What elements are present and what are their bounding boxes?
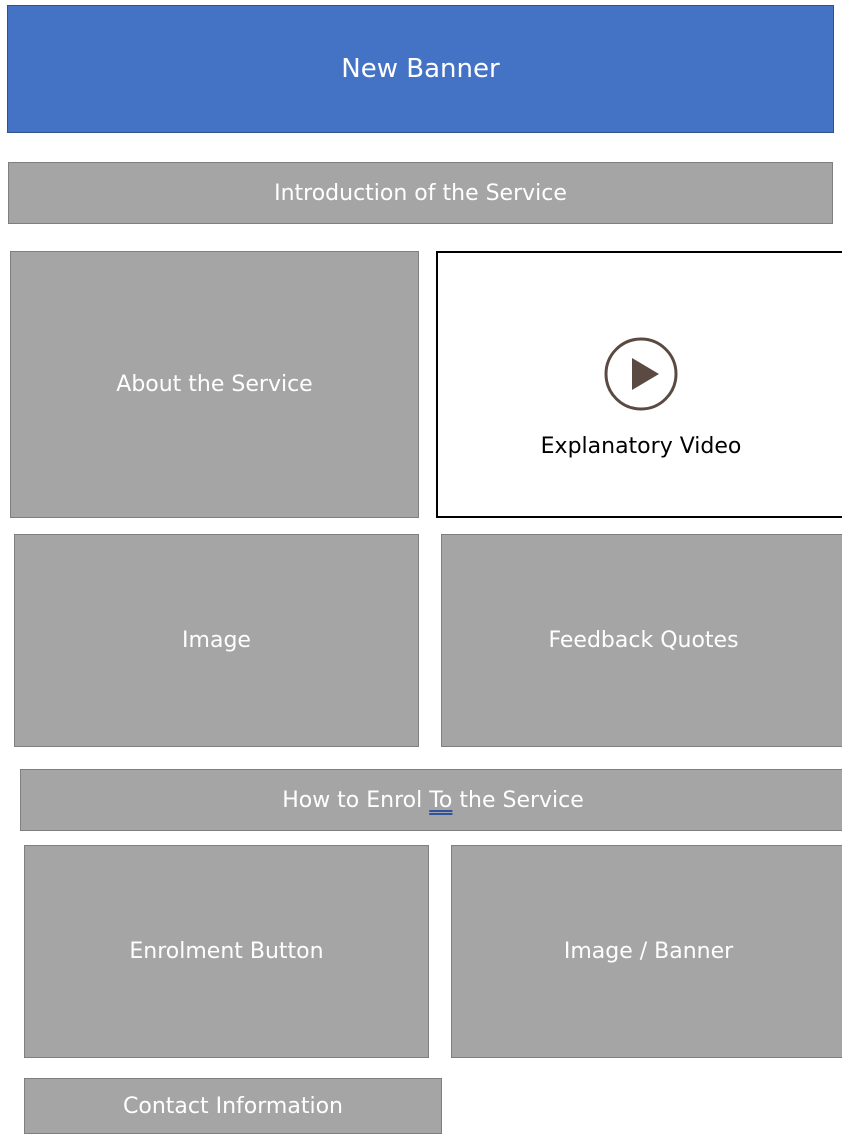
contact-information-block: Contact Information bbox=[24, 1078, 442, 1134]
image-block: Image bbox=[14, 534, 419, 747]
how-to-enrol-block: How to Enrol To the Service bbox=[20, 769, 842, 831]
enrolment-button-block: Enrolment Button bbox=[24, 845, 429, 1058]
about-service-block: About the Service bbox=[10, 251, 419, 518]
feedback-quotes-label: Feedback Quotes bbox=[548, 628, 739, 653]
how-to-enrol-label: How to Enrol To the Service bbox=[282, 788, 584, 813]
new-banner-block: New Banner bbox=[7, 5, 834, 133]
image-label: Image bbox=[182, 628, 251, 653]
how-to-enrol-text-after: the Service bbox=[452, 787, 584, 813]
image-banner-block: Image / Banner bbox=[451, 845, 842, 1058]
intro-section-label: Introduction of the Service bbox=[274, 180, 567, 206]
explanatory-video-label: Explanatory Video bbox=[540, 434, 742, 459]
new-banner-label: New Banner bbox=[341, 54, 500, 84]
about-service-label: About the Service bbox=[116, 372, 313, 397]
explanatory-video-block[interactable]: Explanatory Video bbox=[436, 251, 842, 518]
play-icon[interactable] bbox=[603, 336, 679, 412]
contact-information-label: Contact Information bbox=[123, 1093, 343, 1119]
image-banner-label: Image / Banner bbox=[563, 939, 734, 964]
feedback-quotes-block: Feedback Quotes bbox=[441, 534, 842, 747]
how-to-enrol-text-underlined: To bbox=[429, 787, 453, 813]
enrolment-button-label: Enrolment Button bbox=[129, 939, 324, 964]
how-to-enrol-text-before: How to Enrol bbox=[282, 787, 430, 813]
intro-section-block: Introduction of the Service bbox=[8, 162, 833, 224]
